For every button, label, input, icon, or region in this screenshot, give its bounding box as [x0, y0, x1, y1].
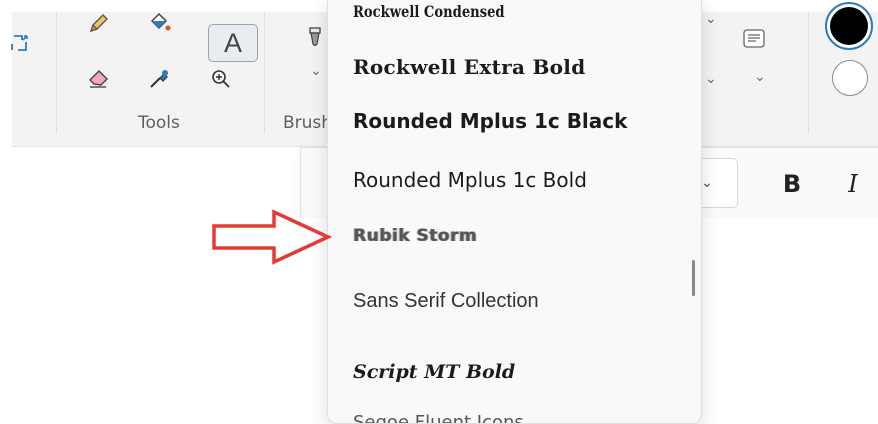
font-option-rounded-mplus-1c-black[interactable]: Rounded Mplus 1c Black	[353, 109, 627, 133]
brushes-group-label: Brush	[283, 113, 333, 133]
group-separator	[56, 12, 57, 134]
bold-button[interactable]: B	[777, 166, 807, 202]
font-option-rounded-mplus-1c-bold[interactable]: Rounded Mplus 1c Bold	[353, 168, 587, 192]
color-picker-icon[interactable]	[144, 64, 174, 94]
font-option-rockwell-condensed[interactable]: Rockwell Condensed	[353, 2, 505, 21]
italic-button[interactable]: I	[838, 166, 868, 202]
chevron-down-icon[interactable]: ⌄	[705, 10, 717, 27]
select-icon[interactable]	[6, 30, 36, 60]
font-option-script-mt-bold[interactable]: Script MT Bold	[353, 361, 515, 383]
chevron-down-icon[interactable]: ⌄	[705, 70, 717, 87]
group-separator	[808, 12, 809, 134]
brush-icon[interactable]	[300, 22, 330, 52]
fill-bucket-icon[interactable]	[144, 8, 174, 38]
secondary-color-swatch[interactable]	[832, 60, 868, 96]
group-separator	[264, 12, 265, 134]
chevron-down-icon[interactable]: ⌄	[310, 62, 322, 79]
chevron-down-icon: ⌄	[701, 174, 713, 190]
font-option-rockwell-extra-bold[interactable]: Rockwell Extra Bold	[353, 55, 586, 79]
magnifier-icon[interactable]	[206, 64, 236, 94]
font-option-sans-serif-collection[interactable]: Sans Serif Collection	[353, 290, 539, 313]
shape-outline-icon[interactable]	[739, 24, 769, 54]
text-tool-button[interactable]: A	[208, 24, 258, 62]
eraser-icon[interactable]	[84, 64, 114, 94]
annotation-arrow-icon	[212, 209, 332, 265]
dropdown-scrollbar-thumb[interactable]	[692, 260, 695, 296]
tools-group-label: Tools	[138, 113, 180, 133]
font-option-segoe-fluent-icons[interactable]: Segoe Fluent Icons	[353, 412, 524, 423]
pencil-icon[interactable]	[84, 8, 114, 38]
font-family-dropdown-list[interactable]: Rockwell Condensed Rockwell Extra Bold R…	[327, 0, 702, 424]
chevron-down-icon[interactable]: ⌄	[754, 68, 766, 85]
text-icon: A	[223, 27, 242, 58]
primary-color-swatch[interactable]	[825, 2, 873, 50]
font-option-rubik-storm[interactable]: Rubik Storm	[353, 226, 477, 246]
